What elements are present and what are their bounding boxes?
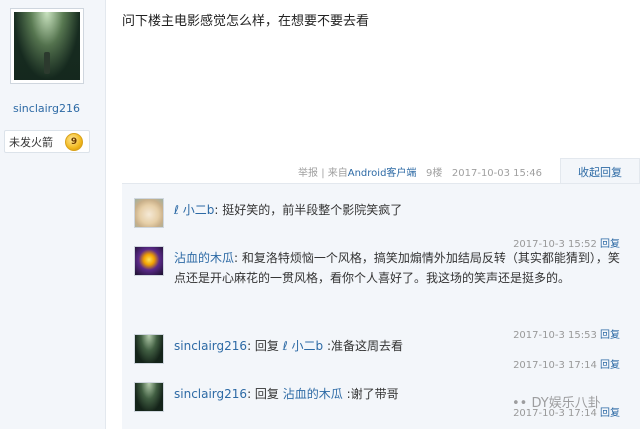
forest-avatar-icon[interactable]: [134, 334, 164, 364]
floor-number: 9楼: [425, 168, 443, 179]
forest-avatar-image: [14, 12, 80, 80]
post-meta: 举报 | 来自Android客户端 9楼 2017-10-03 15:46: [298, 164, 542, 179]
reply-word: : 回复: [247, 339, 283, 353]
from-label: | 来自: [321, 168, 348, 179]
comment-author[interactable]: 沾血的木瓜: [174, 251, 234, 265]
comment-author[interactable]: sinclairg216: [174, 339, 247, 353]
comment-time: 2017-10-3 17:14 回复: [513, 360, 620, 371]
collapse-replies-button[interactable]: 收起回复: [560, 158, 640, 184]
post-time: 2017-10-03 15:46: [451, 168, 543, 179]
android-client-link[interactable]: Android客户端: [348, 168, 417, 179]
rank-label: 未发火箭: [9, 135, 53, 149]
wechat-logo-icon: ••: [512, 396, 528, 411]
user-sidebar: sinclairg216 未发火箭 9: [0, 0, 106, 429]
level-badge-icon: 9: [65, 132, 83, 151]
reply-word: : 回复: [247, 387, 283, 401]
forest-avatar-icon[interactable]: [134, 382, 164, 412]
dog-avatar-icon[interactable]: [134, 198, 164, 228]
comment-author[interactable]: sinclairg216: [174, 387, 247, 401]
comment-text: :准备这周去看: [323, 339, 403, 353]
reply-to-user[interactable]: 沾血的木瓜: [283, 387, 343, 401]
user-rank[interactable]: 未发火箭 9: [4, 130, 90, 153]
comment-author[interactable]: ℓ 小二b: [174, 203, 214, 217]
comment-text: : 挺好笑的，前半段整个影院笑疯了: [214, 203, 403, 217]
reply-to-user[interactable]: ℓ 小二b: [283, 339, 323, 353]
comment-reply-button[interactable]: 回复: [600, 408, 620, 419]
report-link[interactable]: 举报: [298, 168, 318, 179]
comment-text: : 和复洛特烦恼一个风格，搞笑加煽情外加结局反转（其实都能猜到），笑点还是开心麻…: [174, 251, 620, 285]
username-link[interactable]: sinclairg216: [0, 102, 93, 115]
flower-avatar-icon[interactable]: [134, 246, 164, 276]
comment-text: :谢了带哥: [342, 387, 399, 401]
user-avatar[interactable]: [10, 8, 84, 84]
comment-reply-button[interactable]: 回复: [600, 360, 620, 371]
watermark: •• DY娱乐八卦: [512, 396, 601, 411]
post-content: 问下楼主电影感觉怎么样，在想要不要去看: [122, 14, 370, 29]
